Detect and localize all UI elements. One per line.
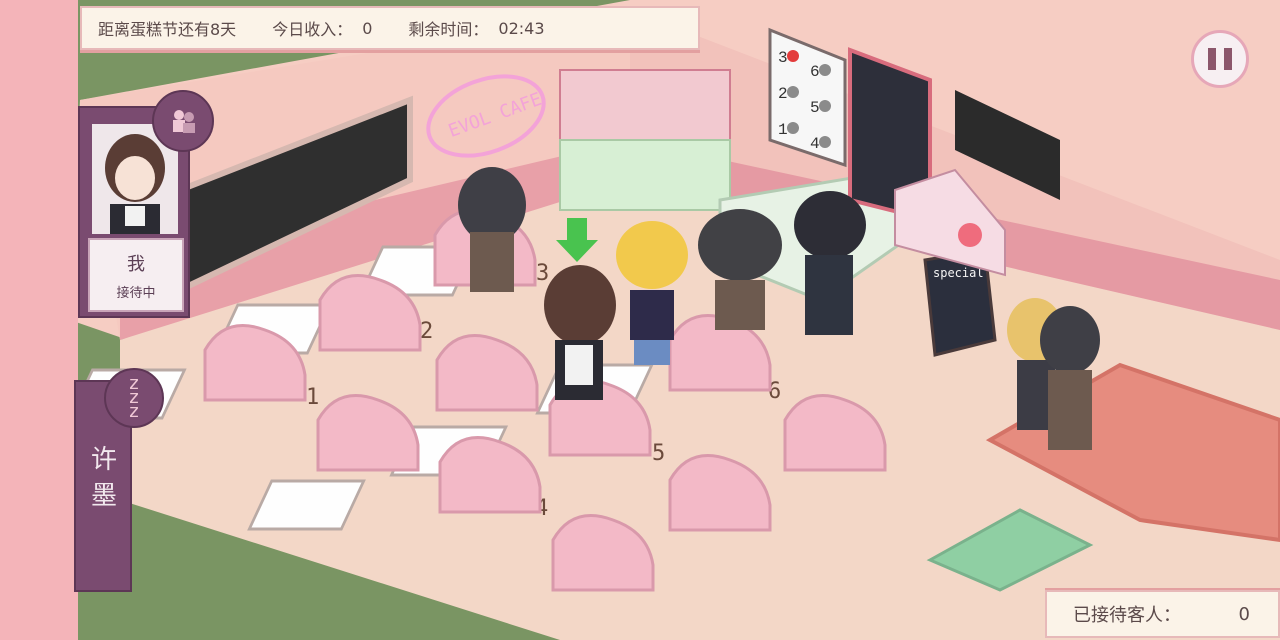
served-counter: 已接待客人： 0 <box>1045 590 1280 638</box>
served-label: 已接待客人： <box>1073 605 1181 626</box>
income-value: 0 <box>362 18 373 38</box>
player-name: 我 <box>127 254 145 275</box>
staff-tab-label: 许墨 <box>90 445 117 511</box>
floor-number: 4 <box>810 135 820 153</box>
income-display: 今日收入： 0 <box>272 16 372 40</box>
event-countdown: 距离蛋糕节还有8天 <box>98 20 237 39</box>
sleep-button[interactable]: zzz <box>104 368 164 428</box>
sleep-icon: zzz <box>129 373 139 422</box>
floor-number: 2 <box>778 85 788 103</box>
group-button[interactable] <box>152 90 214 152</box>
pause-icon <box>1208 48 1216 70</box>
table-number: 5 <box>652 441 665 466</box>
time-label: 剩余时间： <box>408 20 489 39</box>
pause-button[interactable] <box>1191 30 1249 88</box>
table-number: 3 <box>536 261 549 286</box>
group-icon <box>173 110 195 133</box>
floor-number: 1 <box>778 121 788 139</box>
time-value: 02:43 <box>498 18 545 38</box>
floor-number: 5 <box>810 99 820 117</box>
top-status-bar: 距离蛋糕节还有8天 今日收入： 0 剩余时间： 02:43 <box>80 6 700 50</box>
income-label: 今日收入： <box>272 20 353 39</box>
time-display: 剩余时间： 02:43 <box>408 16 544 40</box>
queue-customer-2 <box>1040 306 1100 450</box>
player-name-card: 我 接待中 <box>88 238 184 312</box>
floor-number: 6 <box>810 63 820 81</box>
left-panel-background <box>0 0 78 640</box>
player-status: 接待中 <box>116 286 156 301</box>
served-value: 0 <box>1238 603 1250 625</box>
floor-number: 3 <box>778 49 788 67</box>
table-number: 1 <box>306 385 319 410</box>
table-number: 2 <box>420 319 433 344</box>
